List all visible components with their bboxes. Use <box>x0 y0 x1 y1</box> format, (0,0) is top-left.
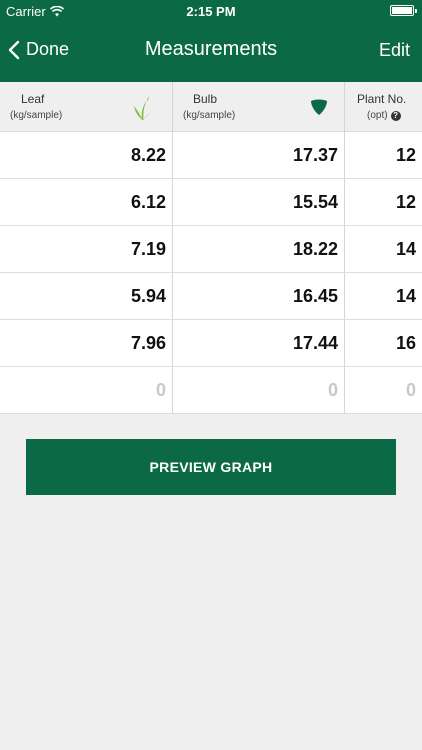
leaf-value-cell[interactable]: 8.22 <box>0 132 173 178</box>
table-row-empty: 0 0 0 <box>0 367 422 414</box>
leaf-value-cell[interactable]: 6.12 <box>0 179 173 225</box>
table-row: 6.12 15.54 12 <box>0 179 422 226</box>
measurements-table: 8.22 17.37 12 6.12 15.54 12 7.19 18.22 1… <box>0 132 422 414</box>
column-unit: (kg/sample) <box>10 110 63 121</box>
edit-button[interactable]: Edit <box>379 40 410 61</box>
bulb-value-cell[interactable]: 15.54 <box>173 179 345 225</box>
column-unit: (opt) <box>367 110 388 121</box>
table-row: 7.96 17.44 16 <box>0 320 422 367</box>
plant-no-cell[interactable]: 16 <box>345 320 422 366</box>
leaf-icon <box>134 96 153 120</box>
bulb-value-cell[interactable]: 17.37 <box>173 132 345 178</box>
page-title: Measurements <box>144 38 278 60</box>
column-name: Bulb <box>193 92 218 106</box>
column-header-plant-no: Plant No. (opt) ? <box>345 82 422 132</box>
column-name: Plant No. <box>357 92 407 106</box>
leaf-value-cell[interactable]: 7.19 <box>0 226 173 272</box>
table-header: Leaf (kg/sample) Bulb (kg/sample) Plant … <box>0 82 422 132</box>
status-bar: Carrier 2:15 PM <box>0 0 422 22</box>
bulb-value-input[interactable]: 0 <box>173 367 345 413</box>
bulb-value-cell[interactable]: 16.45 <box>173 273 345 319</box>
plant-no-input[interactable]: 0 <box>345 367 422 413</box>
navigation-bar: Done Measurements Edit <box>0 22 422 82</box>
plant-no-cell[interactable]: 14 <box>345 226 422 272</box>
plant-no-cell[interactable]: 12 <box>345 179 422 225</box>
leaf-value-input[interactable]: 0 <box>0 367 173 413</box>
preview-graph-button[interactable]: PREVIEW GRAPH <box>26 439 396 495</box>
column-header-leaf: Leaf (kg/sample) <box>0 82 173 132</box>
column-name: Leaf <box>21 92 45 106</box>
battery-icon <box>390 5 417 16</box>
table-row: 8.22 17.37 12 <box>0 132 422 179</box>
bulb-icon <box>311 99 327 115</box>
plant-no-cell[interactable]: 14 <box>345 273 422 319</box>
column-header-bulb: Bulb (kg/sample) <box>173 82 345 132</box>
plant-no-cell[interactable]: 12 <box>345 132 422 178</box>
table-row: 5.94 16.45 14 <box>0 273 422 320</box>
column-unit: (kg/sample) <box>183 110 236 121</box>
help-icon[interactable]: ? <box>390 110 401 121</box>
bulb-value-cell[interactable]: 18.22 <box>173 226 345 272</box>
bulb-value-cell[interactable]: 17.44 <box>173 320 345 366</box>
leaf-value-cell[interactable]: 5.94 <box>0 273 173 319</box>
column-unit-wrap: (opt) ? <box>367 110 401 121</box>
status-time: 2:15 PM <box>186 4 236 19</box>
leaf-value-cell[interactable]: 7.96 <box>0 320 173 366</box>
table-row: 7.19 18.22 14 <box>0 226 422 273</box>
